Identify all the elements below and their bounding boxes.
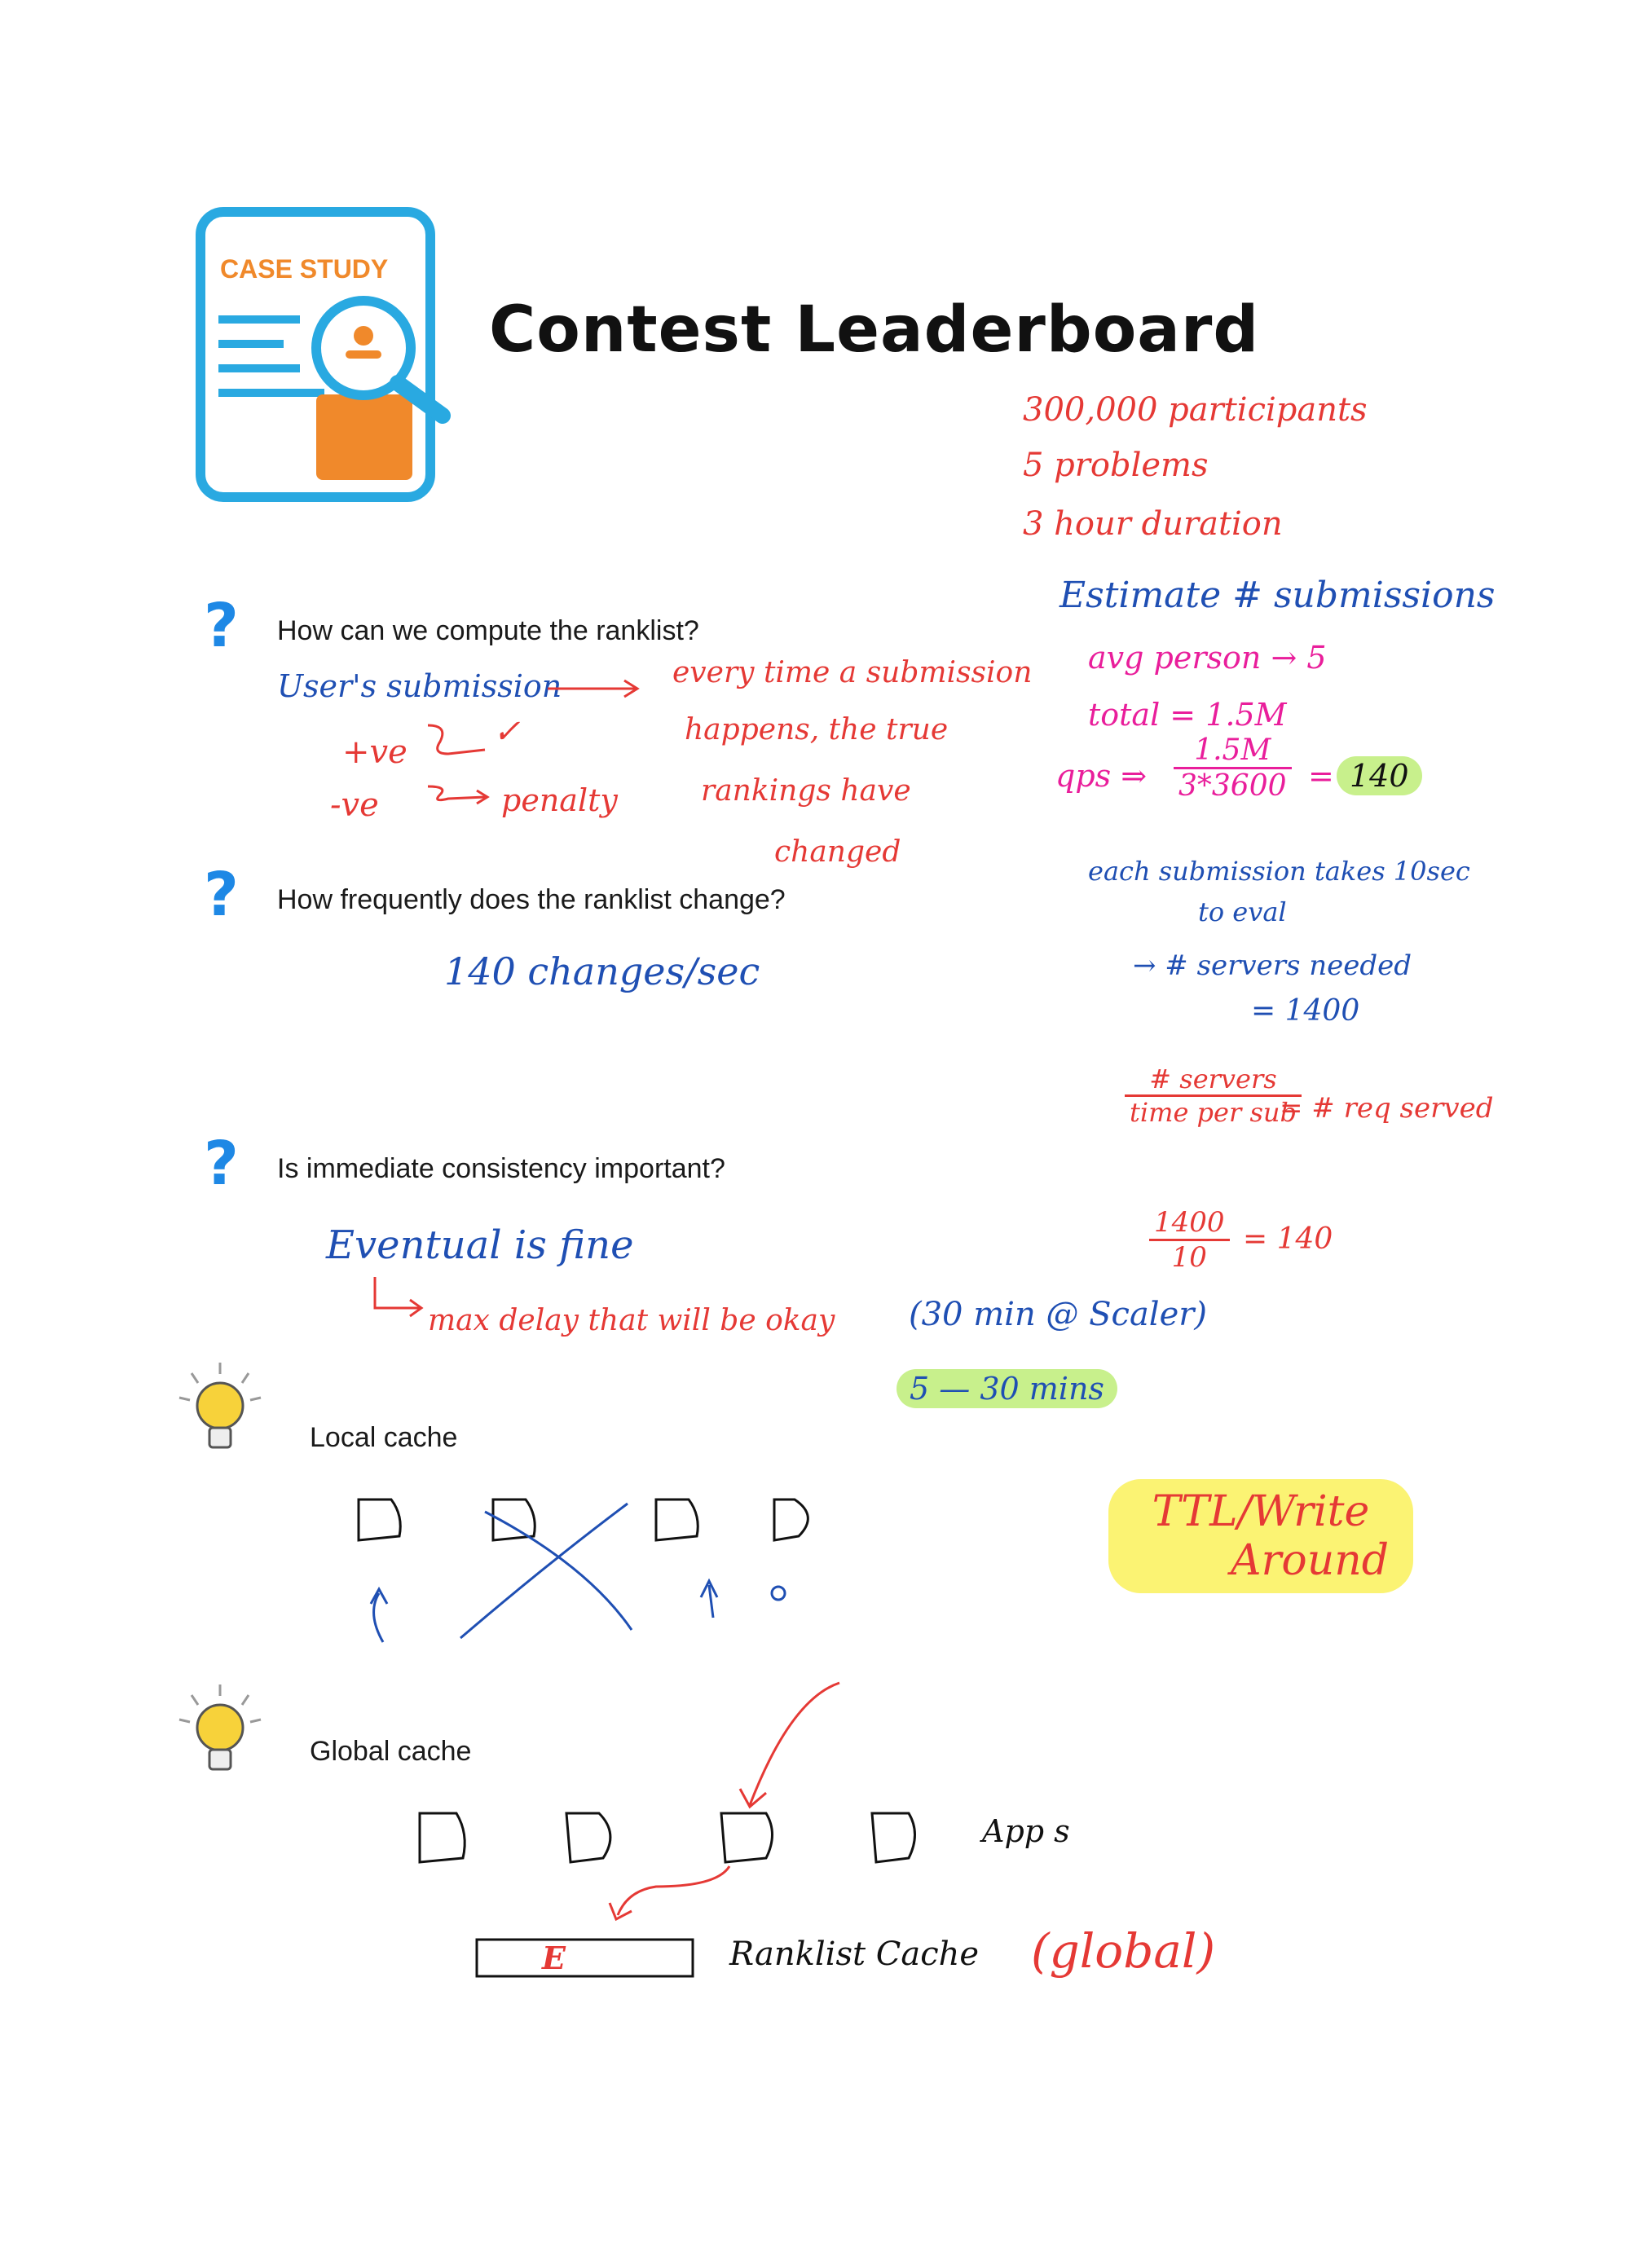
- every-time-line4: changed: [774, 835, 901, 869]
- app-servers-label: App s: [982, 1813, 1070, 1849]
- arrow-right-icon: [548, 679, 640, 698]
- qps-result: 140: [1337, 756, 1422, 795]
- servers-needed-value: = 1400: [1251, 994, 1360, 1028]
- ttl-write-around-note: TTL/Write Around: [1108, 1479, 1413, 1593]
- calc-denominator: 10: [1149, 1239, 1230, 1274]
- scaler-note: (30 min @ Scaler): [909, 1296, 1207, 1333]
- page-title: Contest Leaderboard: [489, 293, 1260, 367]
- negative-label: -ve: [330, 786, 379, 824]
- participants-note: 300,000 participants: [1023, 391, 1368, 429]
- eval-time-line2: to eval: [1198, 896, 1287, 927]
- formula-rhs: = # req served: [1280, 1092, 1494, 1125]
- cache-mark: E: [542, 1940, 566, 1976]
- calc-rhs: = 140: [1243, 1222, 1333, 1256]
- problems-note: 5 problems: [1023, 447, 1209, 484]
- question-1: How can we compute the ranklist?: [277, 615, 699, 646]
- ranklist-cache-label: Ranklist Cache: [729, 1936, 980, 1973]
- penalty-note: penalty: [501, 782, 618, 818]
- max-delay-note: max delay that will be okay: [428, 1304, 835, 1337]
- qps-denominator: 3*3600: [1174, 767, 1292, 803]
- eventual-note: Eventual is fine: [326, 1222, 634, 1268]
- question-mark-icon: ?: [204, 1129, 239, 1199]
- formula-denominator: time per sub: [1125, 1094, 1302, 1128]
- document-search-icon: [196, 207, 451, 502]
- every-time-line3: rankings have: [701, 774, 911, 808]
- brace-arrows-icon: [427, 724, 490, 805]
- sub-arrow-icon: [373, 1277, 424, 1318]
- positive-label: +ve: [342, 733, 408, 771]
- delay-range: 5 — 30 mins: [896, 1369, 1117, 1408]
- question-mark-icon: ?: [204, 860, 239, 930]
- global-label: (global): [1031, 1923, 1216, 1979]
- estimate-heading: Estimate # submissions: [1060, 575, 1496, 616]
- qps-numerator: 1.5M: [1194, 733, 1271, 767]
- every-time-line2: happens, the true: [685, 713, 949, 746]
- duration-note: 3 hour duration: [1023, 505, 1283, 543]
- formula-numerator: # servers: [1149, 1064, 1277, 1094]
- lightbulb-icon: [178, 1684, 262, 1771]
- user-submission-note: User's submission: [277, 668, 562, 704]
- question-2: How frequently does the ranklist change?: [277, 884, 786, 915]
- question-3: Is immediate consistency important?: [277, 1153, 725, 1184]
- ttl-line1: TTL/Write: [1152, 1487, 1370, 1536]
- servers-needed-line: → # servers needed: [1133, 949, 1412, 982]
- servers-formula: # servers time per sub: [1125, 1064, 1302, 1128]
- qps-fraction: 1.5M 3*3600: [1174, 733, 1292, 803]
- total-submissions: total = 1.5M: [1088, 697, 1287, 733]
- avg-per-person: avg person → 5: [1088, 640, 1327, 676]
- qps-label: qps ⇒: [1055, 758, 1148, 794]
- calc-fraction: 1400 10: [1149, 1206, 1230, 1274]
- eval-time-line1: each submission takes 10sec: [1088, 856, 1470, 887]
- logo-label: CASE STUDY: [220, 254, 389, 284]
- changes-per-sec-note: 140 changes/sec: [444, 949, 760, 993]
- check-mark: ✓: [493, 713, 521, 751]
- every-time-line1: every time a submission: [672, 656, 1033, 689]
- idea-local-cache: Local cache: [310, 1422, 458, 1453]
- local-cache-servers-diagram: [357, 1498, 809, 1643]
- question-mark-icon: ?: [204, 591, 239, 661]
- case-study-logo: CASE STUDY: [194, 205, 463, 507]
- lightbulb-icon: [178, 1363, 262, 1449]
- qps-equals: =: [1308, 758, 1334, 794]
- ttl-line2: Around: [1231, 1536, 1389, 1585]
- calc-numerator: 1400: [1154, 1206, 1225, 1239]
